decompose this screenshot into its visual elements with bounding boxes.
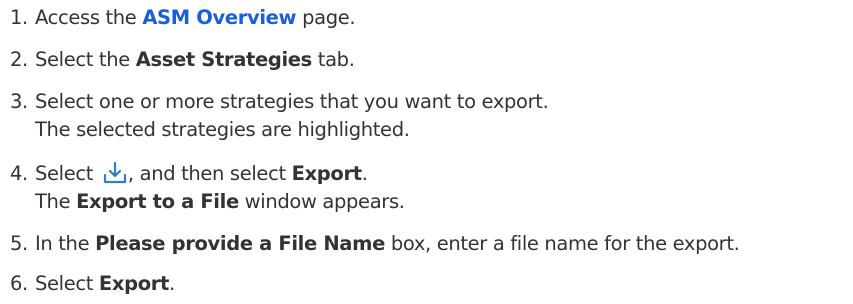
ui-term: Please provide a File Name <box>95 232 385 255</box>
step-number: 3. <box>10 90 28 113</box>
download-icon <box>102 160 128 186</box>
step-number: 6. <box>10 272 28 295</box>
step-2: 2. Select the Asset Strategies tab. <box>0 46 355 74</box>
step-text: Access the <box>35 6 143 29</box>
step-text: Select the <box>35 48 136 71</box>
step-text: The <box>35 190 77 213</box>
procedure-steps: 1. Access the ASM Overview page. 2. Select… <box>0 0 853 304</box>
ui-term: Export <box>291 162 362 185</box>
step-text: . <box>361 162 368 185</box>
step-4: 4. Select , and then select Export. <box>0 160 368 188</box>
ui-term: Export <box>98 272 169 295</box>
step-3: 3. Select one or more strategies that you… <box>0 88 549 116</box>
step-5: 5. In the Please provide a File Name box,… <box>0 230 740 258</box>
ui-term: Export to a File <box>76 190 239 213</box>
step-number: 5. <box>10 232 28 255</box>
step-4-result: The Export to a File window appears. <box>35 188 405 216</box>
step-text: Select <box>35 272 99 295</box>
step-number: 1. <box>10 6 28 29</box>
step-number: 2. <box>10 48 28 71</box>
ui-term: Asset Strategies <box>135 48 313 71</box>
step-text: , and then select <box>127 162 292 185</box>
step-text: Select one or more strategies that you w… <box>35 90 549 113</box>
step-1: 1. Access the ASM Overview page. <box>0 4 356 32</box>
step-text: In the <box>35 232 96 255</box>
step-number: 4. <box>10 162 28 185</box>
step-text: page. <box>296 6 356 29</box>
step-text: . <box>169 272 175 295</box>
step-3-result: The selected strategies are highlighted. <box>35 118 410 141</box>
step-text: box, enter a file name for the export. <box>384 232 740 255</box>
step-6: 6. Select Export. <box>0 270 175 298</box>
step-text: window appears. <box>238 190 405 213</box>
step-text: Select <box>35 162 99 185</box>
asm-overview-link[interactable]: ASM Overview <box>142 6 296 29</box>
step-text: tab. <box>311 48 355 71</box>
